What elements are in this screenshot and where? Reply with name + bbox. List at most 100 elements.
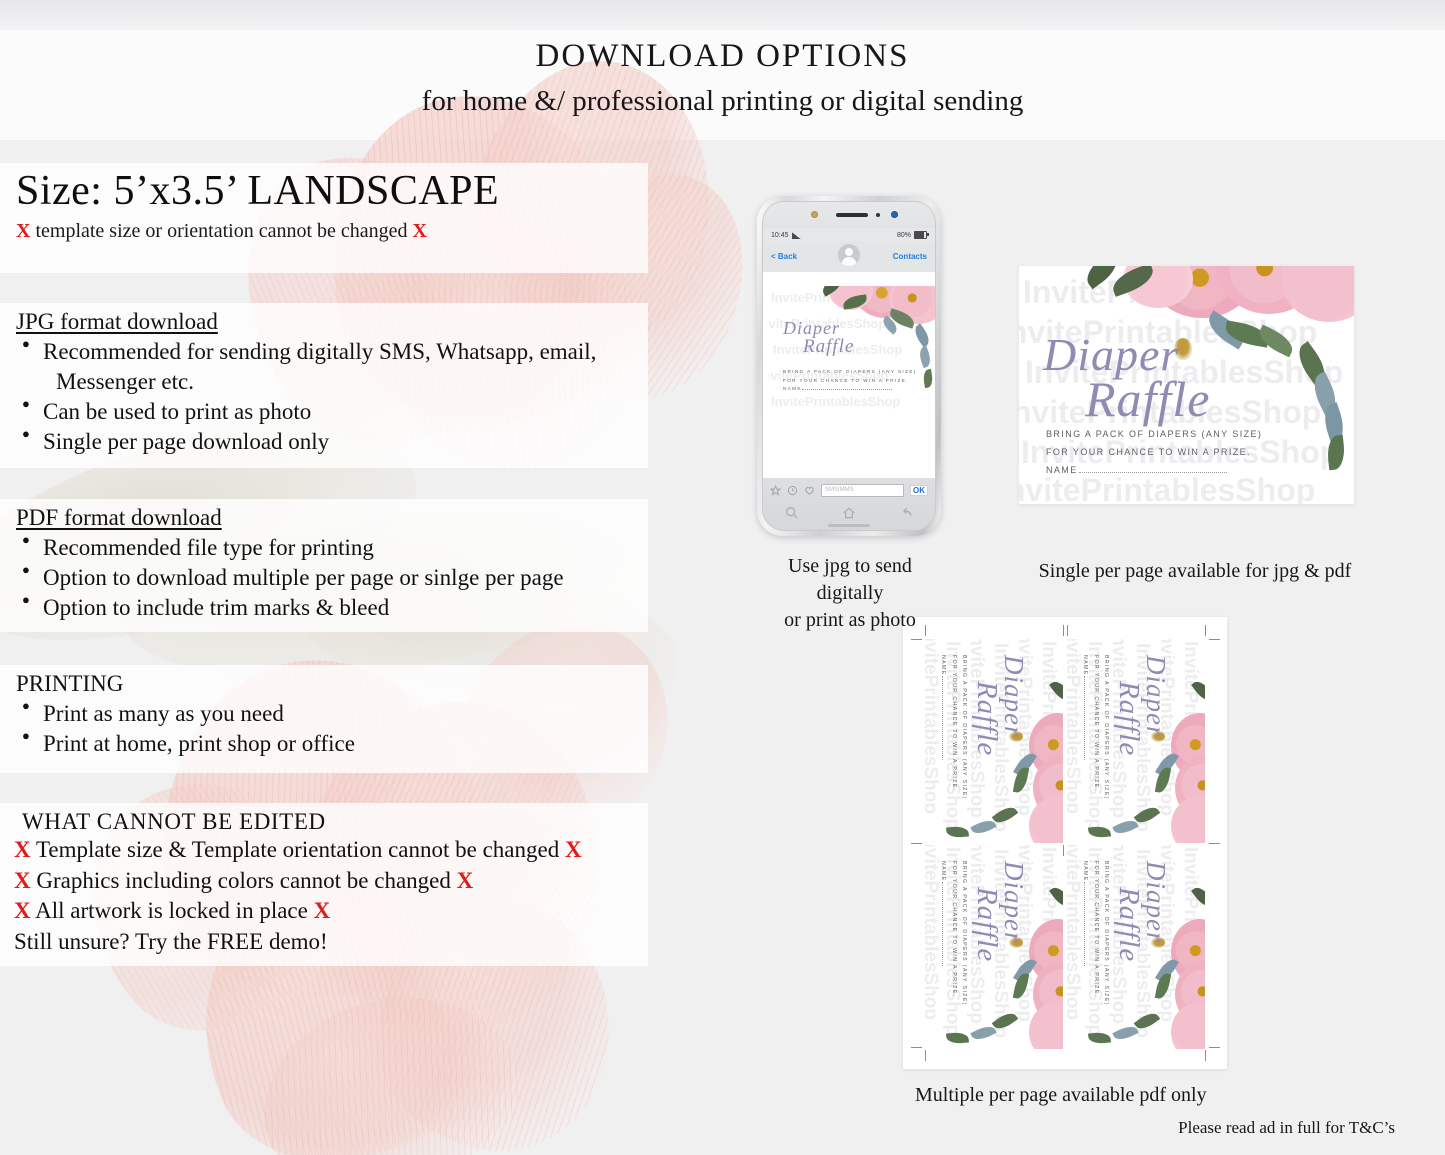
card-body-text: BRING A PACK OF DIAPERS (ANY SIZE) FOR Y… [938,861,969,1006]
sensor-icon [811,211,818,218]
sheet-card-cell: InvitePrintablesShop InvitePrintablesSho… [1067,639,1205,843]
top-gray-band [0,0,1445,30]
trim-mark [1063,625,1064,636]
cannot-edit-text: All artwork is locked in place [35,898,308,924]
sheet-card-cell: InvitePrintablesShop InvitePrintablesSho… [1067,845,1205,1049]
card-body-line-2: FOR YOUR CHANCE TO WIN A PRIZE. [950,861,957,998]
clock-icon[interactable] [787,485,798,496]
card-body-line-1: BRING A PACK OF DIAPERS (ANY SIZE) [1103,861,1109,1006]
card-name-line [1084,881,1086,966]
card-body-line-2: FOR YOUR CHANCE TO WIN A PRIZE. [1092,861,1099,998]
list-item: Option to include trim marks & bleed [16,592,648,623]
single-card-caption: Single per page available for jpg & pdf [1038,560,1352,582]
cannot-edit-band: WHAT CANNOT BE EDITED X Template size & … [0,803,648,966]
x-mark-icon-end: X [564,837,582,862]
card-name-label: NAME [1082,861,1089,882]
leaf-icon [1133,803,1161,827]
card-name-line [1078,472,1227,473]
phone-status-bar: 10:45 80% [763,228,935,242]
card-body-text: BRING A PACK OF DIAPERS (ANY SIZE) FOR Y… [1080,861,1111,1006]
page-title: DOWNLOAD OPTIONS [535,38,910,74]
card-body-line-2: FOR YOUR CHANCE TO WIN A PRIZE. [950,655,957,792]
ok-button[interactable]: OK [910,485,928,496]
trim-mark [1209,639,1220,640]
list-item: Print at home, print shop or office [16,728,648,759]
heart-icon[interactable] [804,485,815,496]
trim-mark [1067,625,1068,636]
contacts-button[interactable]: Contacts [893,252,927,261]
card-script-line-2: Raffle [1085,371,1211,427]
jpg-bullet-list: Recommended for sending digitally SMS, W… [16,336,648,457]
leaf-icon [1087,1031,1112,1045]
x-mark-icon-end: X [456,867,474,893]
x-mark-icon-end: X [313,898,331,924]
back-button[interactable]: < Back [771,252,797,261]
page-subtitle: for home &/ professional printing or dig… [421,84,1024,117]
sheet-card-cell: InvitePrintablesShop InvitePrintablesSho… [925,639,1063,843]
card-name-line [942,675,944,760]
leaf-icon [1087,825,1112,839]
flower-icon [1171,1003,1205,1049]
size-note-text: template size or orientation cannot be c… [35,220,408,243]
cannot-edit-row: X Template size & Template orientation c… [14,835,648,866]
phone-nav-icons-row [763,497,935,521]
leaf-icon [1049,677,1063,705]
terms-note: Please read ad in full for T&C’s [1178,1118,1395,1137]
trim-mark [1205,1050,1206,1061]
cannot-edit-text: Graphics including colors cannot be chan… [36,867,451,893]
card-script-line-2: Raffle [1113,681,1145,757]
card-name-label: NAME [940,655,947,676]
message-input[interactable]: SMS/MMS [821,484,904,497]
phone-caption-line-1: Use jpg to send digitally [788,555,912,604]
status-time: 10:45 [771,231,789,239]
card-name-line [1084,675,1086,760]
card-body-text: BRING A PACK OF DIAPERS (ANY SIZE) FOR Y… [783,368,917,394]
message-compose-row: SMS/MMS OK [763,478,935,497]
petal-lower-6 [244,974,536,1155]
flower-icon [1281,266,1354,322]
signal-icon [791,231,801,239]
printing-band: PRINTING Print as many as you need Print… [0,665,648,773]
list-item: Single per page download only [16,426,648,457]
leaf-icon [1325,434,1347,471]
star-icon[interactable] [770,485,781,496]
back-arrow-icon[interactable] [898,505,914,521]
card-body-text: BRING A PACK OF DIAPERS (ANY SIZE) FOR Y… [938,655,969,800]
search-icon[interactable] [784,505,800,521]
card-script-line-2: Raffle [971,887,1003,963]
card-body-line-2: FOR YOUR CHANCE TO WIN A PRIZE. [1046,447,1251,457]
multiple-per-page-sheet: InvitePrintablesShop InvitePrintablesSho… [903,617,1227,1069]
leaf-icon [991,1009,1019,1033]
card-name-line [942,881,944,966]
card-body-line-1: BRING A PACK OF DIAPERS (ANY SIZE) [1046,429,1263,439]
card-name-row: NAME [1080,861,1090,1006]
card-body-text: BRING A PACK OF DIAPERS (ANY SIZE) FOR Y… [1080,655,1111,800]
phone-bottom-bar: SMS/MMS OK [763,478,935,530]
phone-nav-bar: < Back Contacts [763,242,935,272]
list-item: Print as many as you need [16,698,648,729]
size-title: Size: 5’x3.5’ LANDSCAPE [16,168,500,214]
flower-icon [1029,1003,1063,1049]
leaf-icon [911,323,933,348]
watermark-text: InvitePrintablesShop [771,394,901,409]
multiple-per-page-caption: Multiple per page available pdf only [915,1084,1207,1106]
front-camera-icon [891,211,898,218]
leaf-icon [945,1031,970,1045]
card-name-row: NAME [783,385,917,394]
home-icon[interactable] [841,505,857,521]
printing-bullet-list: Print as many as you need Print at home,… [16,698,648,759]
x-mark-icon: X [14,867,31,893]
speaker-grille-icon [836,213,868,217]
page-header: DOWNLOAD OPTIONS for home &/ professiona… [0,38,1445,121]
phone-caption: Use jpg to send digitally or print as ph… [757,553,943,634]
list-item: Messenger etc. [56,368,194,394]
leaf-icon [922,368,934,389]
card-name-line [801,389,892,391]
leaf-icon [1133,1009,1161,1033]
pdf-band: PDF format download Recommended file typ… [0,499,648,632]
single-card-preview: InvitePrintablesShop InvitePrintablesSho… [1019,266,1354,504]
raffle-card-rotated: InvitePrintablesShop InvitePrintablesSho… [1067,639,1205,843]
card-body-line-1: BRING A PACK OF DIAPERS (ANY SIZE) [1103,655,1109,800]
list-item: Recommended file type for printing [16,532,648,563]
card-script-line-2: Raffle [1113,887,1145,963]
